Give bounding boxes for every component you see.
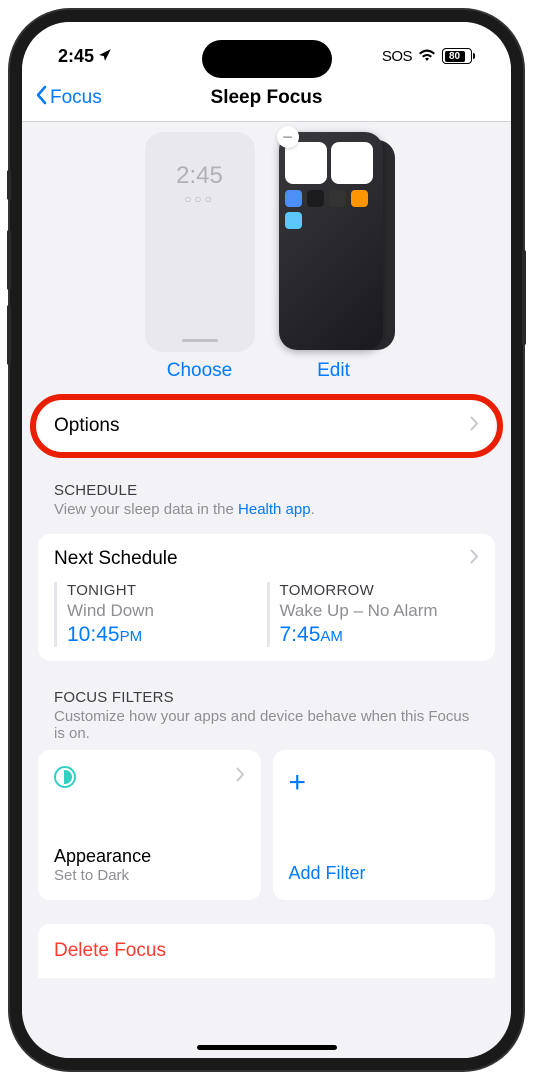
- tonight-desc: Wind Down: [67, 601, 267, 621]
- tonight-column: TONIGHT Wind Down 10:45PM: [54, 582, 267, 647]
- location-icon: [98, 48, 112, 65]
- filters-sub: Customize how your apps and device behav…: [54, 708, 479, 742]
- chevron-right-icon: [470, 415, 479, 437]
- appearance-icon: [54, 766, 76, 788]
- lock-screen-preview[interactable]: 2:45 ○○○: [145, 132, 255, 352]
- remove-badge[interactable]: −: [277, 126, 299, 148]
- plus-icon: +: [289, 766, 480, 800]
- delete-label: Delete Focus: [54, 940, 166, 961]
- tomorrow-column: TOMORROW Wake Up – No Alarm 7:45AM: [267, 582, 480, 647]
- back-button[interactable]: Focus: [34, 85, 102, 111]
- tonight-label: TONIGHT: [67, 582, 267, 599]
- phone-frame: 2:45 SOS 80: [10, 10, 523, 1070]
- preview-home-bar: [182, 339, 218, 342]
- filters-header: FOCUS FILTERS: [54, 689, 479, 706]
- home-screen-preview[interactable]: −: [279, 132, 389, 352]
- schedule-sub-prefix: View your sleep data in the: [54, 501, 238, 518]
- screen: 2:45 SOS 80: [22, 22, 511, 1058]
- widget-icon: [331, 142, 373, 184]
- screen-previews: 2:45 ○○○ Choose −: [22, 122, 511, 390]
- battery-indicator: 80: [442, 48, 475, 64]
- schedule-title: Next Schedule: [54, 548, 178, 570]
- wifi-icon: [418, 46, 436, 67]
- dynamic-island: [202, 40, 332, 78]
- home-indicator[interactable]: [197, 1045, 337, 1050]
- tomorrow-time: 7:45AM: [280, 623, 480, 647]
- preview-time: 2:45: [176, 162, 223, 190]
- navigation-bar: Focus Sleep Focus: [22, 74, 511, 122]
- appearance-title: Appearance: [54, 846, 245, 867]
- schedule-sub-suffix: .: [311, 501, 315, 518]
- appearance-sub: Set to Dark: [54, 867, 245, 884]
- chevron-right-icon: [470, 549, 479, 569]
- choose-button[interactable]: Choose: [167, 360, 233, 382]
- add-filter-card[interactable]: + Add Filter: [273, 750, 496, 900]
- app-icon: [329, 190, 346, 207]
- appearance-filter-card[interactable]: Appearance Set to Dark: [38, 750, 261, 900]
- tonight-time: 10:45PM: [67, 623, 267, 647]
- app-icon: [285, 212, 302, 229]
- battery-level: 80: [445, 51, 465, 62]
- app-icon: [307, 190, 324, 207]
- app-icon: [285, 190, 302, 207]
- options-row[interactable]: Options: [38, 400, 495, 452]
- schedule-header: SCHEDULE: [54, 482, 479, 499]
- back-label: Focus: [50, 87, 102, 109]
- filters-section-header: FOCUS FILTERS Customize how your apps an…: [22, 669, 511, 750]
- options-label: Options: [54, 415, 119, 437]
- power-button: [522, 250, 526, 345]
- content-area: 2:45 ○○○ Choose −: [22, 122, 511, 1058]
- health-app-link[interactable]: Health app: [238, 501, 311, 518]
- tomorrow-desc: Wake Up – No Alarm: [280, 601, 480, 621]
- add-filter-label: Add Filter: [289, 863, 480, 884]
- widget-icon: [285, 142, 327, 184]
- status-time: 2:45: [58, 46, 94, 67]
- app-icon: [351, 190, 368, 207]
- volume-up: [7, 230, 11, 290]
- page-title: Sleep Focus: [211, 87, 323, 109]
- edit-button[interactable]: Edit: [317, 360, 350, 382]
- schedule-section-header: SCHEDULE View your sleep data in the Hea…: [22, 462, 511, 526]
- preview-dots: ○○○: [184, 192, 215, 206]
- tomorrow-label: TOMORROW: [280, 582, 480, 599]
- mute-switch: [7, 170, 11, 200]
- volume-down: [7, 305, 11, 365]
- delete-focus-button[interactable]: Delete Focus: [38, 924, 495, 978]
- chevron-left-icon: [34, 85, 48, 111]
- chevron-right-icon: [236, 767, 245, 787]
- sos-indicator: SOS: [382, 48, 412, 65]
- next-schedule-card[interactable]: Next Schedule TONIGHT Wind Down 10:45PM: [38, 534, 495, 661]
